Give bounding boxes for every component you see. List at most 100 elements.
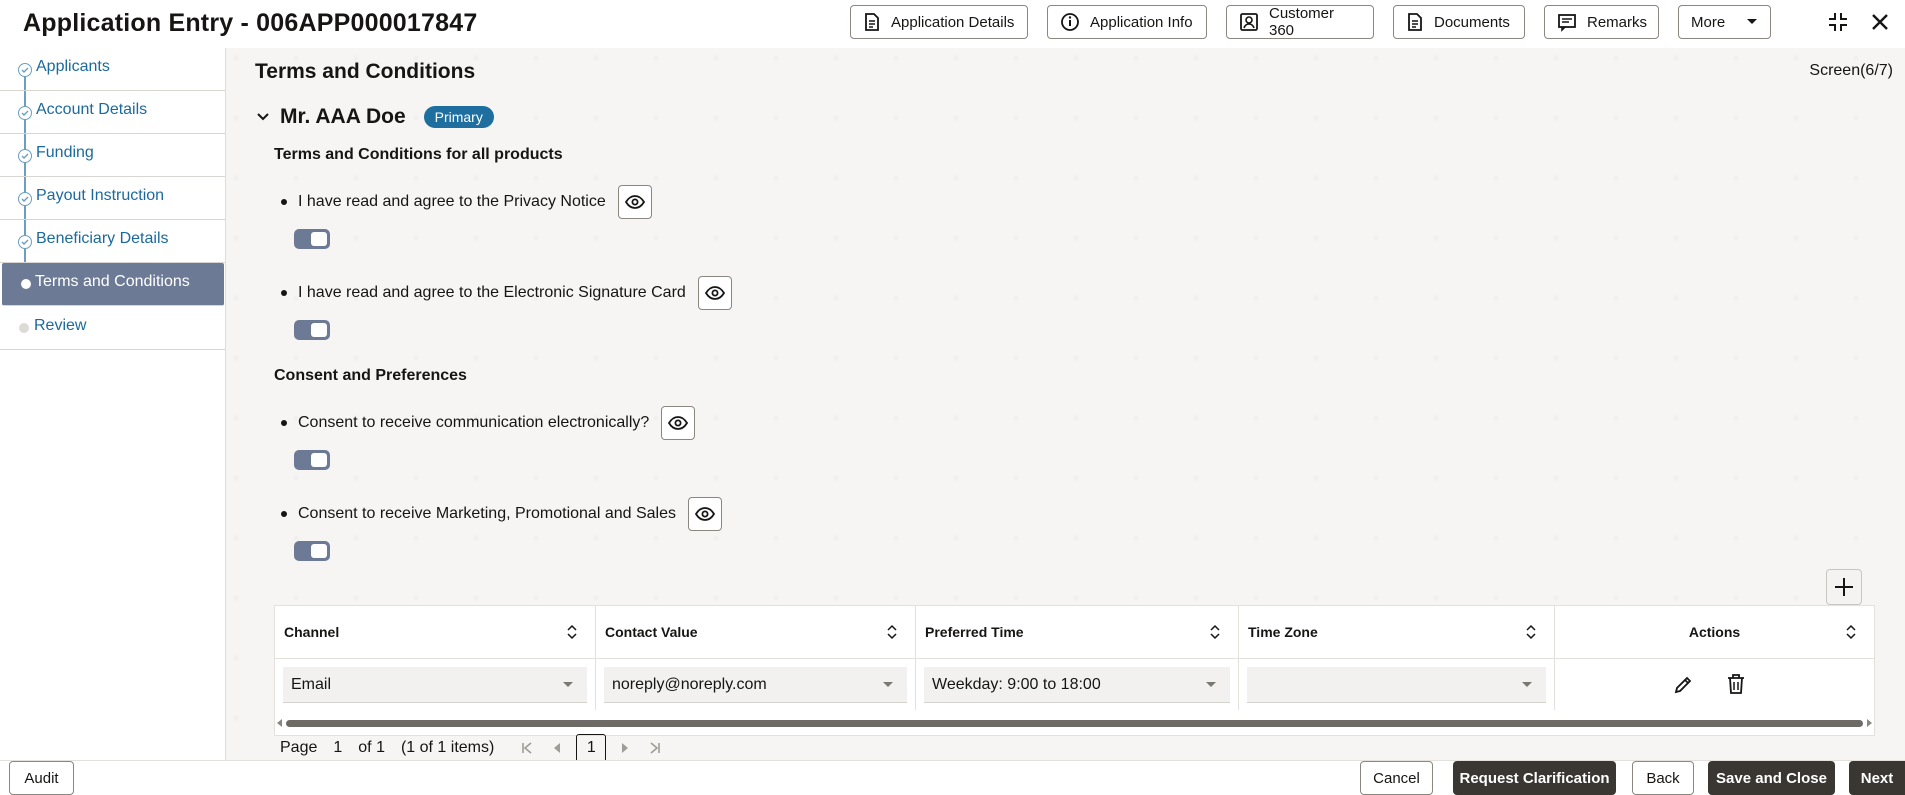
preferred-time-select[interactable]: Weekday: 9:00 to 18:00	[924, 667, 1230, 703]
consent-label: Consent to receive communication electro…	[298, 414, 650, 431]
collapse-icon[interactable]	[1824, 8, 1852, 36]
more-label: More	[1691, 13, 1726, 31]
sort-icon[interactable]	[1526, 624, 1536, 640]
applicant-header[interactable]: Mr. AAA Doe Primary	[256, 105, 494, 129]
column-header-channel[interactable]: Channel	[275, 606, 596, 659]
column-header-actions[interactable]: Actions	[1555, 606, 1874, 659]
application-info-button[interactable]: Application Info	[1047, 5, 1207, 39]
consent-label: Consent to receive Marketing, Promotiona…	[298, 505, 676, 522]
sidebar-item-account-details[interactable]: Account Details	[0, 91, 225, 134]
sort-icon[interactable]	[887, 624, 897, 640]
sidebar-item-label: Account Details	[36, 101, 148, 118]
customer-360-button[interactable]: Customer 360	[1226, 5, 1374, 39]
horizontal-scrollbar[interactable]	[275, 710, 1874, 735]
column-label: Actions	[1688, 624, 1741, 640]
screen-title: Terms and Conditions	[255, 60, 476, 83]
view-privacy-notice-button[interactable]	[617, 185, 652, 219]
remarks-icon	[1558, 14, 1576, 32]
caret-down-icon	[883, 682, 893, 687]
marketing-toggle[interactable]	[294, 541, 330, 561]
sidebar: Applicants Account Details Funding Payou…	[0, 48, 226, 760]
sort-icon[interactable]	[1210, 624, 1220, 640]
check-circle-icon	[18, 106, 32, 120]
pending-step-icon	[19, 323, 29, 333]
edit-pencil-icon[interactable]	[1672, 674, 1694, 696]
time-zone-select[interactable]	[1247, 667, 1546, 703]
remarks-label: Remarks	[1587, 13, 1648, 31]
table-cell: Weekday: 9:00 to 18:00	[916, 659, 1239, 712]
view-electronic-communication-button[interactable]	[661, 406, 696, 440]
header: Application Entry - 006APP000017847 Appl…	[0, 0, 1905, 49]
view-marketing-button[interactable]	[687, 497, 722, 531]
term-label: I have read and agree to the Electronic …	[298, 284, 686, 301]
sidebar-item-label: Funding	[36, 144, 94, 161]
back-button[interactable]: Back	[1632, 761, 1694, 795]
page-input[interactable]: 1	[333, 739, 342, 757]
sidebar-item-label: Payout Instruction	[36, 187, 165, 204]
page-of-label: of 1	[358, 739, 385, 756]
sidebar-item-label: Terms and Conditions	[35, 273, 190, 290]
current-page-button[interactable]: 1	[576, 734, 607, 760]
column-header-contact-value[interactable]: Contact Value	[596, 606, 916, 659]
sort-icon[interactable]	[567, 624, 577, 640]
save-and-close-button[interactable]: Save and Close	[1708, 761, 1835, 795]
bullet	[281, 199, 287, 205]
document-icon	[865, 13, 879, 31]
check-circle-icon	[18, 63, 32, 77]
applicant-name: Mr. AAA Doe	[280, 105, 406, 128]
column-label: Channel	[284, 624, 340, 640]
trash-icon[interactable]	[1726, 673, 1746, 695]
sidebar-item-beneficiary-details[interactable]: Beneficiary Details	[0, 220, 225, 263]
remarks-button[interactable]: Remarks	[1544, 5, 1659, 39]
electronic-signature-toggle[interactable]	[294, 320, 330, 340]
sidebar-item-terms-and-conditions[interactable]: Terms and Conditions	[2, 263, 224, 306]
audit-button[interactable]: Audit	[9, 761, 74, 795]
first-page-icon[interactable]	[516, 737, 538, 759]
current-step-icon	[21, 279, 31, 289]
screen-counter: Screen(6/7)	[1809, 62, 1893, 79]
last-page-icon[interactable]	[644, 737, 666, 759]
table-cell: noreply@noreply.com	[596, 659, 916, 712]
application-details-button[interactable]: Application Details	[850, 5, 1028, 39]
term-electronic-signature: I have read and agree to the Electronic …	[281, 276, 732, 310]
contact-value-select[interactable]: noreply@noreply.com	[604, 667, 907, 703]
add-row-button[interactable]	[1826, 569, 1862, 605]
previous-page-icon[interactable]	[546, 737, 568, 759]
documents-icon	[1408, 13, 1422, 31]
cancel-button[interactable]: Cancel	[1360, 761, 1433, 795]
scrollbar-thumb[interactable]	[286, 720, 1863, 727]
eye-icon	[624, 195, 645, 209]
sort-icon[interactable]	[1846, 624, 1856, 640]
privacy-notice-toggle[interactable]	[294, 229, 330, 249]
consent-marketing: Consent to receive Marketing, Promotiona…	[281, 497, 722, 531]
sidebar-item-review[interactable]: Review	[0, 307, 225, 350]
column-header-time-zone[interactable]: Time Zone	[1239, 606, 1555, 659]
check-circle-icon	[18, 149, 32, 163]
sidebar-item-payout-instruction[interactable]: Payout Instruction	[0, 177, 225, 220]
sidebar-item-label: Beneficiary Details	[36, 230, 169, 247]
more-button[interactable]: More	[1678, 5, 1771, 39]
electronic-communication-toggle[interactable]	[294, 450, 330, 470]
plus-icon	[1835, 578, 1853, 596]
channel-select[interactable]: Email	[283, 667, 587, 703]
next-button[interactable]: Next	[1849, 761, 1905, 795]
column-header-preferred-time[interactable]: Preferred Time	[916, 606, 1239, 659]
chevron-down-icon[interactable]	[256, 112, 270, 122]
scroll-right-icon[interactable]	[1867, 719, 1872, 727]
next-page-icon[interactable]	[614, 737, 636, 759]
view-electronic-signature-button[interactable]	[697, 276, 732, 310]
documents-button[interactable]: Documents	[1393, 5, 1525, 39]
sidebar-item-funding[interactable]: Funding	[0, 134, 225, 177]
scroll-left-icon[interactable]	[277, 719, 282, 727]
close-icon[interactable]	[1866, 8, 1894, 36]
sidebar-item-applicants[interactable]: Applicants	[0, 48, 225, 91]
pagination: Page 1 of 1 (1 of 1 items) 1	[280, 734, 666, 760]
table-cell	[1555, 659, 1874, 712]
bullet	[281, 290, 287, 296]
terms-section-title: Terms and Conditions for all products	[274, 146, 563, 163]
column-label: Contact Value	[605, 624, 698, 640]
footer: Audit Cancel Request Clarification Back …	[0, 760, 1905, 795]
check-circle-icon	[18, 235, 32, 249]
request-clarification-button[interactable]: Request Clarification	[1453, 761, 1616, 795]
caret-down-icon	[563, 682, 573, 687]
